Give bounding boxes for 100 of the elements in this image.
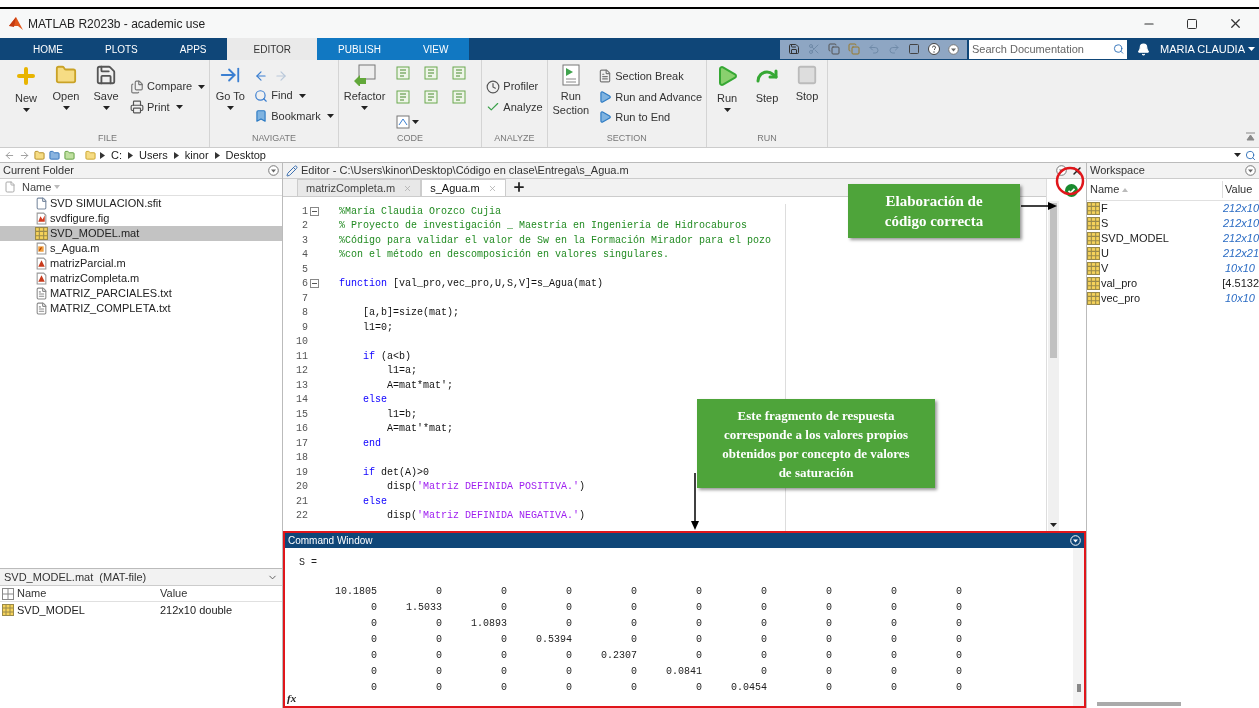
notification-bell-icon[interactable] — [1137, 42, 1151, 56]
undo-icon[interactable] — [868, 43, 881, 55]
close-icon[interactable] — [1071, 164, 1083, 177]
ribbon-button[interactable]: Run and Advance — [598, 88, 703, 105]
sort-arrow-icon — [54, 185, 61, 189]
file-row[interactable]: MATRIZ_PARCIALES.txt — [0, 286, 282, 301]
maximize-icon[interactable] — [1186, 17, 1198, 30]
breadcrumb-item[interactable]: kinor — [182, 146, 211, 164]
scrollbar[interactable] — [1073, 548, 1084, 706]
column-header[interactable]: Value — [1223, 181, 1253, 198]
ribbon-tab[interactable]: EDITOR — [227, 38, 318, 60]
scrollbar[interactable] — [1048, 201, 1059, 531]
breadcrumb-item[interactable]: Desktop — [223, 146, 268, 164]
ribbon-button[interactable]: Analyze — [486, 98, 543, 116]
ribbon-button[interactable]: New — [6, 60, 46, 132]
file-row[interactable]: matrizCompleta.m — [0, 271, 282, 286]
file-row[interactable]: SVD_MODEL.mat — [0, 226, 282, 241]
column-header[interactable]: Name — [22, 178, 61, 196]
code-ok-icon[interactable] — [1065, 183, 1078, 197]
close-tab-icon[interactable] — [487, 183, 497, 193]
ribbon-tab[interactable]: HOME — [12, 38, 84, 60]
column-header[interactable]: Value — [160, 585, 188, 602]
scrollbar[interactable] — [1097, 702, 1181, 706]
variable-name[interactable]: F — [1087, 200, 1221, 217]
back-arrow-icon[interactable] — [4, 149, 15, 161]
file-row[interactable]: MATRIZ_COMPLETA.txt — [0, 301, 282, 316]
fold-toggle-icon[interactable] — [310, 206, 319, 216]
code-tool-icon[interactable] — [452, 89, 467, 104]
ribbon-button[interactable]: Stop — [787, 60, 828, 132]
matrix-value: 0 — [435, 617, 442, 631]
column-header[interactable]: Name — [1087, 181, 1223, 198]
search-icon[interactable] — [1112, 43, 1125, 55]
ribbon-button[interactable]: Section Break — [598, 68, 703, 85]
panel-menu-icon[interactable] — [948, 43, 960, 55]
ribbon-tab[interactable]: APPS — [158, 38, 228, 60]
code-line: A=mat'*mat; — [386, 422, 454, 437]
ribbon-button[interactable]: Profiler — [486, 78, 543, 95]
ribbon-button[interactable]: Run — [707, 60, 748, 132]
ribbon-tab[interactable]: VIEW — [401, 38, 470, 60]
ribbon-button[interactable]: Bookmark — [254, 107, 334, 125]
variable-name[interactable]: S — [1087, 215, 1221, 232]
code-tool-icon[interactable] — [396, 66, 411, 80]
file-row[interactable]: SVD SIMULACION.sfit — [0, 196, 282, 211]
ribbon-button[interactable]: Find — [254, 87, 334, 104]
help-icon[interactable] — [928, 43, 941, 55]
copy-icon[interactable] — [828, 43, 841, 55]
ribbon-button[interactable]: Go To — [210, 60, 251, 132]
variable-name[interactable]: vec_pro — [1087, 290, 1223, 307]
breadcrumb-item[interactable]: C: — [109, 146, 124, 164]
file-tab[interactable]: s_Agua.m — [421, 179, 506, 196]
variable-name[interactable]: SVD_MODEL — [1087, 230, 1221, 247]
collapse-ribbon-icon[interactable] — [1246, 132, 1255, 141]
breadcrumb-item[interactable]: Users — [137, 146, 170, 164]
matrix-value: 0 — [565, 601, 572, 615]
close-icon[interactable] — [1228, 16, 1243, 31]
file-row[interactable]: svdfigure.fig — [0, 211, 282, 226]
matrix-value: 0 — [890, 585, 897, 599]
fold-toggle-icon[interactable] — [310, 279, 319, 289]
code-tool-icon[interactable] — [424, 89, 439, 104]
ribbon-button[interactable]: Save — [86, 60, 126, 132]
variable-name[interactable]: V — [1087, 260, 1223, 277]
ribbon-button[interactable]: Open — [46, 60, 86, 132]
ribbon-button[interactable]: Run Section — [547, 60, 595, 132]
redo-icon[interactable] — [888, 43, 901, 55]
code-line: % Proyecto de investigación _ Maestría en Ingeniería de Hidrocaburos — [339, 219, 748, 234]
ribbon-button[interactable]: Run to End — [598, 109, 703, 126]
caret-icon — [175, 105, 183, 109]
ribbon-tab[interactable]: PUBLISH — [317, 38, 402, 60]
panel-menu-icon[interactable] — [1056, 165, 1067, 176]
search-field[interactable]: Search Documentation — [969, 39, 1128, 59]
file-row[interactable]: matrizParcial.m — [0, 256, 282, 271]
ribbon-button[interactable]: Print — [130, 98, 206, 116]
panel-menu-icon[interactable] — [268, 165, 279, 176]
ribbon-button[interactable]: Refactor — [338, 60, 391, 132]
variable-name[interactable]: val_pro — [1087, 275, 1221, 292]
up-folder-icon[interactable] — [34, 149, 45, 161]
close-tab-icon[interactable] — [403, 183, 413, 193]
save-icon[interactable] — [788, 43, 801, 55]
code-tool-icon[interactable] — [424, 66, 439, 80]
code-tool-icon[interactable] — [452, 66, 467, 80]
search-icon[interactable] — [1245, 149, 1256, 161]
folder-sync-icon[interactable] — [64, 149, 75, 161]
file-tab[interactable]: matrizCompleta.m — [297, 179, 422, 196]
matrix-value: 0 — [890, 617, 897, 631]
code-tool-icon[interactable] — [396, 89, 411, 104]
panel-menu-icon[interactable] — [1245, 165, 1256, 176]
browse-folder-icon[interactable] — [49, 149, 60, 161]
new-tab-icon[interactable] — [511, 180, 526, 194]
ribbon-button[interactable]: Step — [747, 60, 788, 132]
user-menu[interactable]: MARIA CLAUDIA — [1160, 40, 1259, 58]
file-row[interactable]: s_Agua.m — [0, 241, 282, 256]
variable-name[interactable]: SVD_MODEL — [0, 601, 160, 619]
code-tool-icon[interactable] — [396, 115, 411, 130]
cut-icon[interactable] — [808, 43, 821, 55]
variable-name[interactable]: U — [1087, 245, 1221, 262]
forward-arrow-icon[interactable] — [19, 149, 30, 161]
ribbon-button[interactable]: Compare — [130, 78, 206, 95]
column-header[interactable]: Name — [0, 585, 160, 602]
window-layout-icon[interactable] — [908, 43, 921, 55]
ribbon-tab[interactable]: PLOTS — [84, 38, 159, 60]
